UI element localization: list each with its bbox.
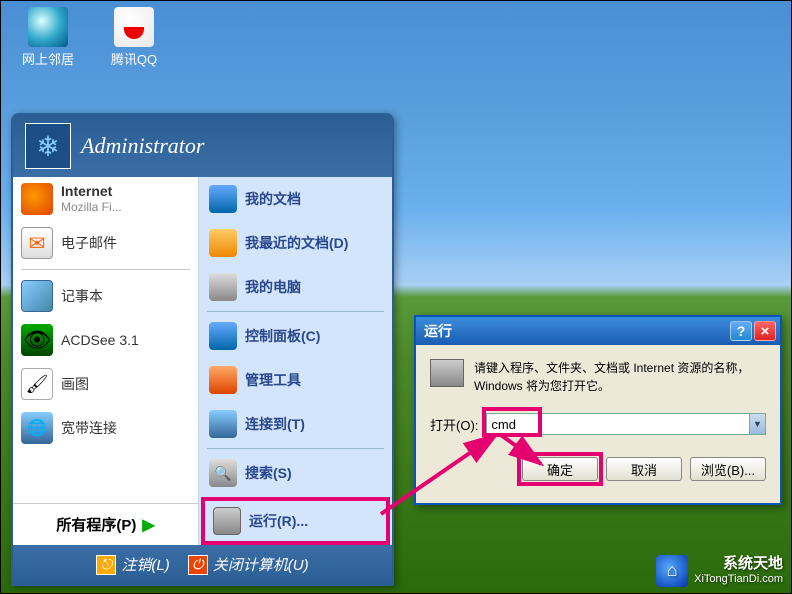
dialog-message: 请键入程序、文件夹、文档或 Internet 资源的名称，Windows 将为您… — [474, 359, 766, 395]
logoff-button[interactable]: ⎋ 注销(L) — [96, 554, 169, 575]
globe-icon — [28, 7, 68, 47]
dialog-titlebar[interactable]: 运行 ? × — [416, 317, 780, 345]
separator — [21, 269, 190, 270]
menu-label: 连接到(T) — [245, 414, 305, 434]
menu-label: 我的电脑 — [245, 277, 301, 297]
menu-label: 画图 — [61, 376, 89, 393]
desktop-icon-qq[interactable]: 腾讯QQ — [99, 7, 169, 68]
run-dialog: 运行 ? × 请键入程序、文件夹、文档或 Internet 资源的名称，Wind… — [414, 315, 782, 505]
mail-icon — [21, 227, 53, 259]
desktop-icon-label: 网上邻居 — [22, 52, 74, 67]
menu-item-broadband[interactable]: 宽带连接 — [13, 406, 198, 450]
acdsee-icon — [21, 324, 53, 356]
menu-label: 运行(R)... — [249, 511, 308, 531]
start-menu-left-pane: Internet Mozilla Fi... 电子邮件 记事本 ACDSee 3… — [13, 177, 199, 545]
run-dialog-icon — [430, 359, 464, 387]
notepad-icon — [21, 280, 53, 312]
menu-label: 宽带连接 — [61, 420, 117, 437]
menu-item-notepad[interactable]: 记事本 — [13, 274, 198, 318]
search-icon — [209, 459, 237, 487]
menu-label: 我最近的文档(D) — [245, 233, 348, 253]
watermark: ⌂ 系统天地 XiTongTianDi.com — [656, 555, 783, 587]
menu-item-run[interactable]: 运行(R)... — [203, 499, 388, 543]
firefox-icon — [21, 183, 53, 215]
watermark-icon: ⌂ — [656, 555, 688, 587]
menu-item-mydocs[interactable]: 我的文档 — [199, 177, 392, 221]
menu-label: 我的文档 — [245, 189, 301, 209]
triangle-right-icon: ▶ — [142, 515, 154, 535]
dialog-title: 运行 — [424, 321, 452, 341]
menu-item-acdsee[interactable]: ACDSee 3.1 — [13, 318, 198, 362]
separator — [207, 448, 384, 449]
network-icon — [21, 412, 53, 444]
menu-item-control-panel[interactable]: 控制面板(C) — [199, 314, 392, 358]
menu-item-admin-tools[interactable]: 管理工具 — [199, 358, 392, 402]
menu-item-connect-to[interactable]: 连接到(T) — [199, 402, 392, 446]
shutdown-button[interactable]: ⏻ 关闭计算机(U) — [188, 554, 309, 575]
browse-button[interactable]: 浏览(B)... — [690, 457, 766, 481]
start-menu-footer: ⎋ 注销(L) ⏻ 关闭计算机(U) — [13, 545, 392, 584]
menu-item-paint[interactable]: 画图 — [13, 362, 198, 406]
close-button[interactable]: × — [754, 321, 776, 341]
all-programs-button[interactable]: 所有程序(P) ▶ — [13, 503, 198, 545]
menu-label: 搜索(S) — [245, 463, 292, 483]
menu-label: ACDSee 3.1 — [61, 332, 139, 349]
cancel-button[interactable]: 取消 — [606, 457, 682, 481]
control-panel-icon — [209, 322, 237, 350]
button-label: 注销(L) — [121, 554, 169, 575]
shutdown-icon: ⏻ — [188, 555, 208, 575]
menu-label: 电子邮件 — [61, 235, 117, 252]
menu-item-search[interactable]: 搜索(S) — [199, 451, 392, 495]
button-label: 关闭计算机(U) — [213, 554, 309, 575]
start-menu-header: ❄ Administrator — [13, 115, 392, 177]
logoff-icon: ⎋ — [96, 555, 116, 575]
run-input[interactable] — [486, 413, 766, 435]
folder-recent-icon — [209, 229, 237, 257]
paint-icon — [21, 368, 53, 400]
qq-icon — [114, 7, 154, 47]
help-button[interactable]: ? — [730, 321, 752, 341]
start-menu: ❄ Administrator Internet Mozilla Fi... 电… — [11, 113, 394, 586]
menu-label: 所有程序(P) — [56, 514, 136, 535]
run-icon — [213, 507, 241, 535]
start-menu-right-pane: 我的文档 我最近的文档(D) 我的电脑 控制面板(C) 管理工具 连接到(T — [199, 177, 392, 545]
menu-item-internet[interactable]: Internet Mozilla Fi... — [13, 177, 198, 221]
desktop-icon-label: 腾讯QQ — [111, 52, 157, 67]
menu-label: 管理工具 — [245, 370, 301, 390]
user-name: Administrator — [81, 133, 204, 159]
ok-button[interactable]: 确定 — [522, 457, 598, 481]
computer-icon — [209, 273, 237, 301]
folder-docs-icon — [209, 185, 237, 213]
menu-item-recent[interactable]: 我最近的文档(D) — [199, 221, 392, 265]
menu-label: Internet — [61, 183, 122, 200]
dropdown-button[interactable]: ▼ — [749, 414, 765, 434]
menu-label: 记事本 — [61, 288, 103, 305]
menu-item-mycomputer[interactable]: 我的电脑 — [199, 265, 392, 309]
user-avatar-icon: ❄ — [25, 123, 71, 169]
menu-sublabel: Mozilla Fi... — [61, 200, 122, 214]
connect-icon — [209, 410, 237, 438]
tools-icon — [209, 366, 237, 394]
menu-label: 控制面板(C) — [245, 326, 320, 346]
open-label: 打开(O): — [430, 415, 478, 434]
menu-item-email[interactable]: 电子邮件 — [13, 221, 198, 265]
separator — [207, 311, 384, 312]
desktop-icon-neighbors[interactable]: 网上邻居 — [13, 7, 83, 68]
